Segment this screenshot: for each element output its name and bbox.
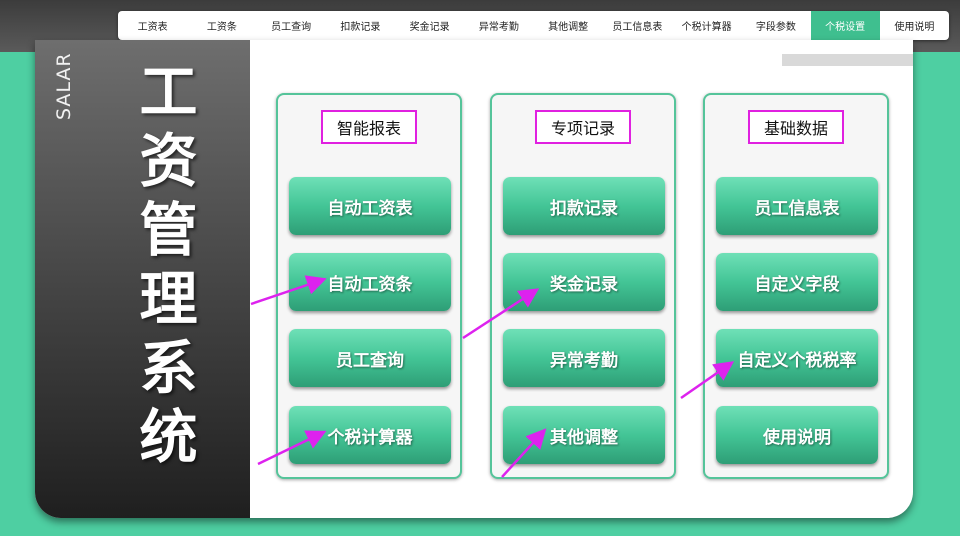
nav-item-field-params[interactable]: 字段参数 [741, 11, 810, 40]
group-title: 基础数据 [747, 110, 845, 144]
group-smart-reports: 智能报表 自动工资表 自动工资条 员工查询 个税计算器 [276, 93, 462, 479]
employee-info-button[interactable]: 员工信息表 [716, 177, 878, 235]
nav-item-tax-settings[interactable]: 个税设置 [810, 11, 880, 40]
sidebar-panel: SALAR 工 资 管 理 系 统 [35, 40, 250, 518]
group-title: 专项记录 [534, 110, 632, 144]
auto-salary-sheet-button[interactable]: 自动工资表 [289, 177, 451, 235]
app-title: 工 资 管 理 系 统 [131, 58, 206, 472]
nav-item-payslip[interactable]: 工资条 [187, 11, 256, 40]
app-title-char: 管 [139, 196, 198, 264]
app-title-char: 工 [139, 58, 198, 126]
employee-query-button[interactable]: 员工查询 [289, 329, 451, 387]
app-title-char: 系 [139, 334, 198, 402]
abnormal-attendance-button[interactable]: 异常考勤 [503, 329, 665, 387]
top-nav: 工资表 工资条 员工查询 扣款记录 奖金记录 异常考勤 其他调整 员工信息表 个… [118, 11, 949, 40]
nav-item-abnormal-attendance[interactable]: 异常考勤 [464, 11, 533, 40]
group-basic-data: 基础数据 员工信息表 自定义字段 自定义个税税率 使用说明 [703, 93, 889, 479]
sidebar-vertical-text: SALAR [53, 52, 75, 120]
nav-item-instructions[interactable]: 使用说明 [880, 11, 949, 40]
nav-item-bonus-records[interactable]: 奖金记录 [395, 11, 464, 40]
app-title-char: 资 [139, 127, 198, 195]
nav-item-tax-calculator[interactable]: 个税计算器 [672, 11, 741, 40]
group-title: 智能报表 [320, 110, 418, 144]
auto-payslip-button[interactable]: 自动工资条 [289, 253, 451, 311]
nav-item-employee-query[interactable]: 员工查询 [257, 11, 326, 40]
deduction-records-button[interactable]: 扣款记录 [503, 177, 665, 235]
nav-item-other-adjustments[interactable]: 其他调整 [534, 11, 603, 40]
nav-item-salary-sheet[interactable]: 工资表 [118, 11, 187, 40]
instructions-button[interactable]: 使用说明 [716, 406, 878, 464]
group-special-records: 专项记录 扣款记录 奖金记录 异常考勤 其他调整 [490, 93, 676, 479]
nav-item-deduction-records[interactable]: 扣款记录 [326, 11, 395, 40]
app-title-char: 统 [139, 403, 198, 471]
custom-fields-button[interactable]: 自定义字段 [716, 253, 878, 311]
app-title-char: 理 [139, 265, 198, 333]
custom-tax-rate-button[interactable]: 自定义个税税率 [716, 329, 878, 387]
bonus-records-button[interactable]: 奖金记录 [503, 253, 665, 311]
nav-item-employee-info[interactable]: 员工信息表 [603, 11, 672, 40]
decorative-strip [782, 54, 913, 66]
tax-calculator-button[interactable]: 个税计算器 [289, 406, 451, 464]
other-adjustments-button[interactable]: 其他调整 [503, 406, 665, 464]
